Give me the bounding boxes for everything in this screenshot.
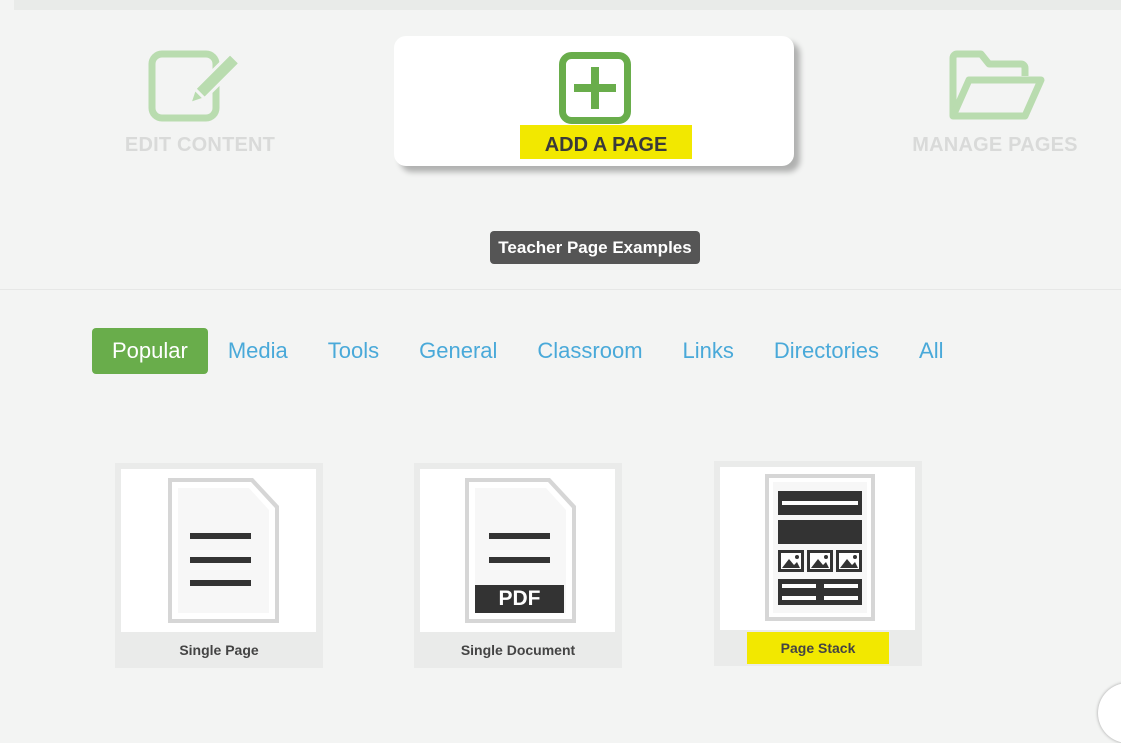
tab-classroom[interactable]: Classroom — [517, 328, 662, 374]
card-title: Single Document — [460, 642, 576, 658]
page-stack-icon — [765, 474, 875, 621]
tab-directories[interactable]: Directories — [754, 328, 899, 374]
pdf-badge-text: PDF — [498, 587, 541, 610]
section-divider — [0, 289, 1121, 290]
card-single-document[interactable]: PDF Single Document — [414, 463, 622, 668]
card-thumbnail: PDF — [420, 469, 615, 632]
card-thumbnail — [720, 467, 915, 630]
folder-open-icon — [949, 50, 1045, 120]
tab-links[interactable]: Links — [663, 328, 754, 374]
category-tabs: Popular Media Tools General Classroom Li… — [92, 328, 964, 374]
add-a-page-button[interactable]: ADD A PAGE — [394, 36, 794, 166]
tab-popular[interactable]: Popular — [92, 328, 208, 374]
tab-tools[interactable]: Tools — [308, 328, 399, 374]
tooltip-teacher-page-examples: Teacher Page Examples — [490, 231, 700, 264]
tab-media[interactable]: Media — [208, 328, 308, 374]
tab-general[interactable]: General — [399, 328, 517, 374]
edit-icon — [148, 50, 241, 122]
card-title: Page Stack — [746, 632, 890, 664]
top-strip — [14, 0, 1121, 10]
chat-widget-button[interactable] — [1098, 683, 1121, 743]
edit-content-button[interactable]: EDIT CONTENT — [100, 50, 300, 160]
card-title: Single Page — [179, 642, 259, 658]
card-single-page[interactable]: Single Page — [115, 463, 323, 668]
single-page-icon — [168, 478, 279, 623]
card-page-stack[interactable]: Page Stack — [714, 461, 922, 666]
add-a-page-label: ADD A PAGE — [520, 125, 692, 159]
edit-content-label: EDIT CONTENT — [124, 134, 276, 156]
tab-all[interactable]: All — [899, 328, 963, 374]
plus-box-icon — [559, 52, 631, 124]
card-thumbnail — [121, 469, 316, 632]
manage-pages-button[interactable]: MANAGE PAGES — [895, 50, 1095, 160]
manage-pages-label: MANAGE PAGES — [912, 134, 1078, 156]
